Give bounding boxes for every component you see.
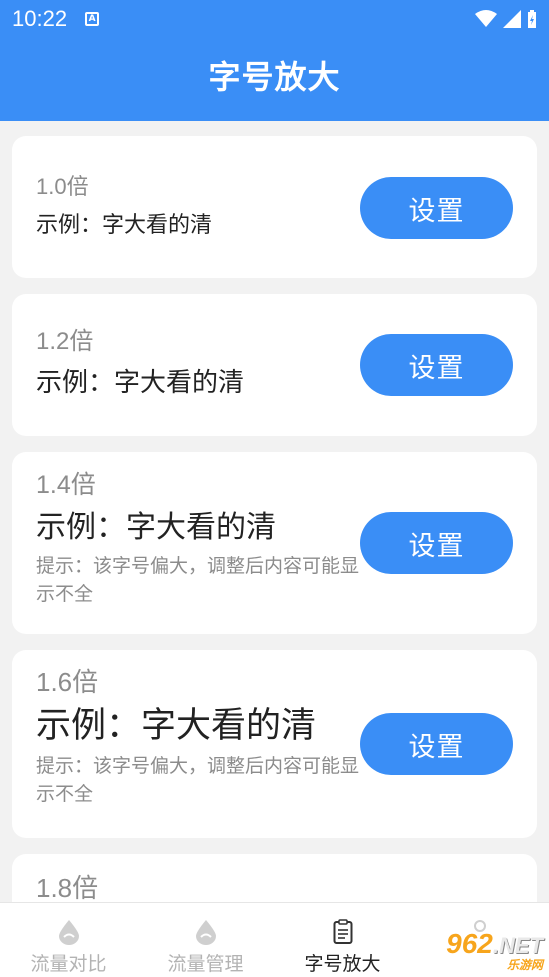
font-option-card: 1.0倍 示例：字大看的清 设置: [12, 136, 537, 278]
wifi-icon: [475, 10, 497, 27]
tab-label: 流量对比: [30, 953, 107, 975]
set-button[interactable]: 设置: [360, 713, 513, 775]
tab-traffic-compare[interactable]: 流量对比: [0, 903, 137, 977]
multiplier-label: 1.4倍: [36, 471, 96, 499]
font-option-card: 1.2倍 示例：字大看的清 设置: [12, 294, 537, 436]
notification-icon: A: [85, 12, 100, 26]
example-text: 示例：字大看的清: [36, 213, 213, 238]
multiplier-label: 1.6倍: [36, 667, 99, 697]
status-bar: 10:22 A: [0, 0, 549, 38]
set-button[interactable]: 设置: [360, 177, 513, 239]
tab-traffic-manage[interactable]: 流量管理: [137, 903, 274, 977]
set-button[interactable]: 设置: [360, 334, 513, 396]
tip-text: 提示：该字号偏大，调整后内容可能显示不全: [36, 555, 360, 605]
multiplier-label: 1.8倍: [36, 873, 99, 902]
multiplier-label: 1.2倍: [36, 328, 94, 355]
example-text: 示例：字大看的清: [36, 368, 245, 398]
clipboard-icon: [333, 917, 353, 947]
watermark-main: 962: [446, 928, 493, 959]
watermark-logo: 962.NET 乐游网: [446, 928, 543, 973]
signal-icon: [503, 10, 521, 28]
font-option-card: 1.4倍 示例：字大看的清 提示：该字号偏大，调整后内容可能显示不全 设置: [12, 452, 537, 634]
tab-label: 字号放大: [304, 953, 381, 975]
font-option-card: 1.6倍 示例：字大看的清 提示：该字号偏大，调整后内容可能显示不全 设置: [12, 650, 537, 838]
status-icons: [475, 9, 537, 29]
app-header: 10:22 A 字号放大: [0, 0, 549, 121]
status-time: 10:22: [12, 6, 68, 31]
drop-icon: [195, 917, 217, 947]
watermark-suffix: .NET: [492, 933, 543, 958]
set-button[interactable]: 设置: [360, 512, 513, 574]
example-text: 示例：字大看的清: [36, 510, 276, 545]
tab-label: 流量管理: [167, 953, 244, 975]
page-title: 字号放大: [208, 58, 341, 96]
drop-icon: [58, 917, 80, 947]
tip-text: 提示：该字号偏大，调整后内容可能显示不全: [36, 755, 360, 805]
font-option-card: 1.8倍: [12, 854, 537, 902]
battery-icon: [528, 10, 536, 28]
font-size-list[interactable]: 1.0倍 示例：字大看的清 设置 1.2倍 示例：字大看的清 设置 1.4倍 示…: [12, 136, 537, 902]
tab-font-enlarge[interactable]: 字号放大: [274, 903, 411, 977]
multiplier-label: 1.0倍: [36, 174, 89, 199]
example-text: 示例：字大看的清: [36, 706, 317, 746]
